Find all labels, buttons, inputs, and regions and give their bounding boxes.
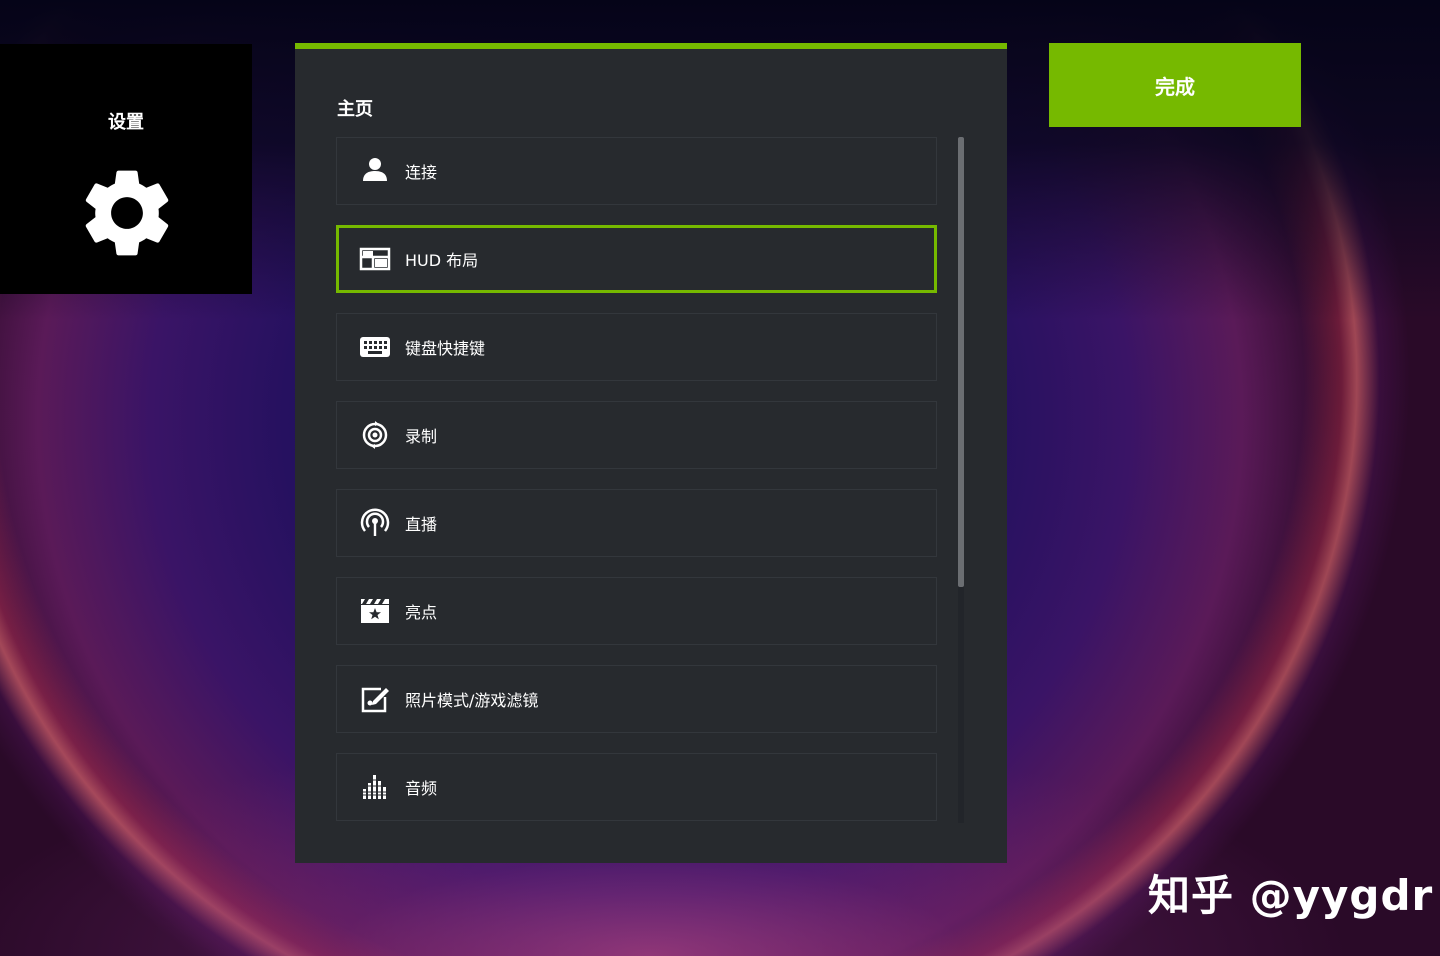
menu-list: 连接 HUD 布局 键盘快捷键 录制 直播 亮点 照片模式/游戏滤镜 音频 [336,137,939,823]
clapperboard-star-icon [361,599,389,623]
menu-item-broadcast[interactable]: 直播 [336,489,937,557]
person-icon [363,158,387,181]
menu-item-label: 照片模式/游戏滤镜 [405,691,539,710]
menu-item-highlights[interactable]: 亮点 [336,577,937,645]
menu-item-label: 直播 [405,515,438,534]
menu-item-label: 连接 [405,163,438,182]
menu-item-label: 键盘快捷键 [405,339,486,358]
record-icon [362,421,388,449]
menu-item-recording[interactable]: 录制 [336,401,937,469]
settings-title: 设置 [108,112,144,133]
done-button[interactable]: 完成 [1049,43,1301,127]
keyboard-icon [360,337,390,357]
panel-accent-bar [295,43,1007,49]
settings-tile: 设置 [0,44,252,294]
settings-panel: 主页 连接 HUD 布局 键盘快捷键 录制 直播 亮点 照片模式/游戏滤镜 音频 [295,43,1007,863]
menu-item-audio[interactable]: 音频 [336,753,937,821]
watermark: 知乎 @yygdr [1148,871,1434,920]
menu-item-label: 录制 [405,427,438,446]
photo-edit-icon [361,687,389,713]
menu-item-hud-layout[interactable]: HUD 布局 [336,225,937,293]
gear-icon [85,170,169,256]
menu-item-label: 亮点 [405,603,438,622]
panel-heading: 主页 [337,99,373,120]
menu-item-photo-mode[interactable]: 照片模式/游戏滤镜 [336,665,937,733]
layout-icon [359,247,391,271]
scrollbar[interactable] [958,137,964,823]
menu-item-keyboard-shortcuts[interactable]: 键盘快捷键 [336,313,937,381]
broadcast-icon [360,508,390,536]
scrollbar-thumb[interactable] [958,137,964,587]
audio-bars-icon [362,775,387,799]
menu-item-label: HUD 布局 [405,251,479,270]
menu-item-label: 音频 [405,779,438,798]
menu-item-connection[interactable]: 连接 [336,137,937,205]
